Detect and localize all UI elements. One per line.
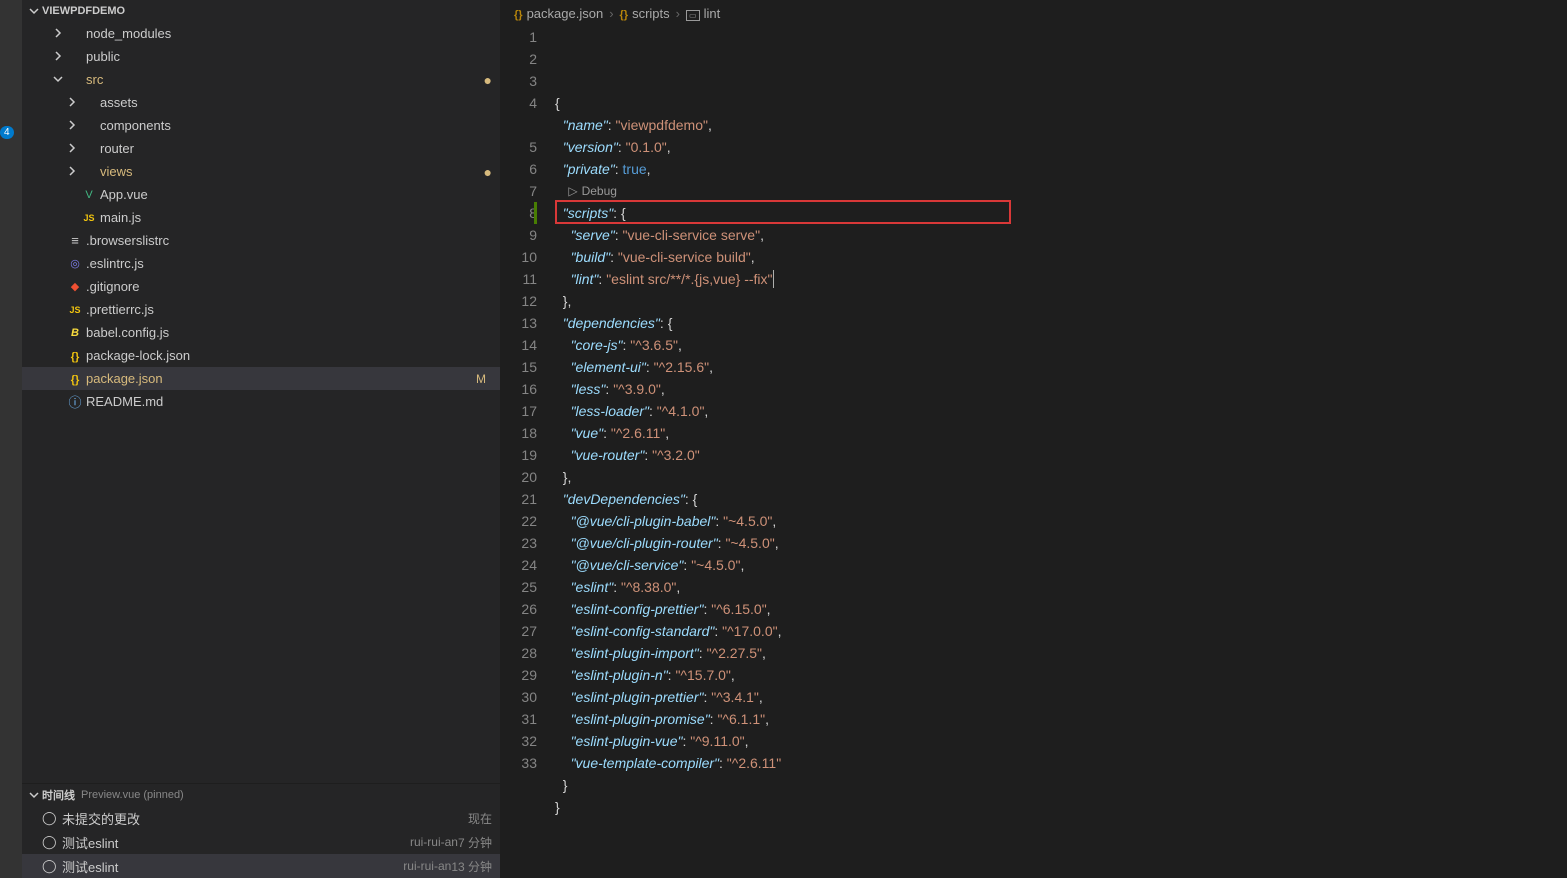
chevron-right-icon: › [609, 6, 613, 21]
tree-label: views [100, 164, 480, 179]
tree-label: .gitignore [86, 279, 492, 294]
folder-components[interactable]: components [22, 114, 500, 137]
tree-label: .eslintrc.js [86, 256, 492, 271]
folder-assets[interactable]: assets [22, 91, 500, 114]
breadcrumb-scripts[interactable]: scripts [620, 6, 670, 21]
timeline-item[interactable]: ◯测试eslint rui-rui-an7 分钟 [22, 830, 500, 854]
commit-icon: ◯ [42, 810, 58, 826]
activity-bar[interactable]: 4 [0, 0, 22, 878]
file-icon: JS [66, 305, 84, 315]
file-icon: ◎ [66, 257, 84, 270]
commit-icon: ◯ [42, 834, 58, 850]
chevron-right-icon [64, 141, 80, 156]
file-icon: V [80, 189, 98, 201]
breadcrumbs[interactable]: package.json › scripts › lint [500, 0, 1567, 26]
chevron-right-icon [64, 118, 80, 133]
folder-public[interactable]: public [22, 45, 500, 68]
file-.prettierrc.js[interactable]: JS.prettierrc.js [22, 298, 500, 321]
minimap[interactable] [1457, 26, 1567, 878]
folder-views[interactable]: views ● [22, 160, 500, 183]
file-icon: JS [80, 213, 98, 223]
chevron-right-icon: › [676, 6, 680, 21]
folder-node_modules[interactable]: node_modules [22, 22, 500, 45]
file-icon: ≡ [66, 233, 84, 248]
file-package-lock.json[interactable]: package-lock.json [22, 344, 500, 367]
timeline-section: 时间线 Preview.vue (pinned) ◯未提交的更改现在◯测试esl… [22, 783, 500, 878]
tree-label: assets [100, 95, 492, 110]
chevron-right-icon [50, 26, 66, 41]
debug-codelens[interactable]: Debug [582, 180, 617, 202]
timeline-msg: 未提交的更改 [62, 809, 468, 828]
timeline-header[interactable]: 时间线 Preview.vue (pinned) [22, 784, 500, 806]
tree-label: public [86, 49, 492, 64]
folder-src[interactable]: src ● [22, 68, 500, 91]
timeline-item[interactable]: ◯未提交的更改现在 [22, 806, 500, 830]
file-icon [66, 371, 84, 386]
tree-label: node_modules [86, 26, 492, 41]
json-icon [620, 6, 629, 21]
timeline-pinned-label: Preview.vue (pinned) [81, 789, 184, 801]
file-.eslintrc.js[interactable]: ◎.eslintrc.js [22, 252, 500, 275]
sidebar: VIEWPDFDEMO node_modulespublic src ● assets… [22, 0, 500, 878]
scm-badge: 4 [0, 126, 14, 139]
timeline-author: rui-rui-an [410, 835, 458, 849]
file-App.vue[interactable]: VApp.vue [22, 183, 500, 206]
timeline-author: rui-rui-an [403, 859, 451, 873]
string-icon [686, 6, 700, 21]
code-area[interactable]: 1234567891011121314151617181920212223242… [500, 26, 1567, 878]
tree-label: components [100, 118, 492, 133]
file-icon: B [66, 327, 84, 339]
timeline-item[interactable]: ◯测试eslint rui-rui-an13 分钟 [22, 854, 500, 878]
file-main.js[interactable]: JSmain.js [22, 206, 500, 229]
line-gutter[interactable]: 1234567891011121314151617181920212223242… [500, 26, 555, 878]
commit-icon: ◯ [42, 858, 58, 874]
chevron-right-icon [64, 95, 80, 110]
editor: package.json › scripts › lint 1234567891… [500, 0, 1567, 878]
tree-label: .browserslistrc [86, 233, 492, 248]
chevron-right-icon [64, 164, 80, 179]
file-.browserslistrc[interactable]: ≡.browserslistrc [22, 229, 500, 252]
file-icon: ◆ [66, 280, 84, 293]
json-icon [514, 6, 523, 21]
tree-label: App.vue [100, 187, 492, 202]
tree-label: package-lock.json [86, 348, 492, 363]
tree-label: package.json [86, 371, 476, 386]
file-README.md[interactable]: ⓘREADME.md [22, 390, 500, 413]
folder-router[interactable]: router [22, 137, 500, 160]
timeline-msg: 测试eslint [62, 833, 404, 852]
file-babel.config.js[interactable]: Bbabel.config.js [22, 321, 500, 344]
tree-label: babel.config.js [86, 325, 492, 340]
modified-dot-icon: ● [484, 72, 492, 88]
chevron-down-icon [50, 72, 66, 87]
file-.gitignore[interactable]: ◆.gitignore [22, 275, 500, 298]
breadcrumb-lint[interactable]: lint [686, 6, 720, 21]
tree-label: .prettierrc.js [86, 302, 492, 317]
tree-label: src [86, 72, 480, 87]
tree-label: README.md [86, 394, 492, 409]
tree-label: main.js [100, 210, 492, 225]
chevron-down-icon [26, 6, 42, 16]
timeline-list: ◯未提交的更改现在◯测试eslintrui-rui-an7 分钟◯测试eslin… [22, 806, 500, 878]
timeline-time: 现在 [468, 810, 492, 827]
modified-badge: M [476, 372, 492, 386]
file-icon: ⓘ [66, 392, 84, 411]
code-content[interactable]: { "name": "viewpdfdemo", "version": "0.1… [555, 26, 1567, 878]
file-icon [66, 348, 84, 363]
chevron-right-icon [50, 49, 66, 64]
explorer-tree[interactable]: node_modulespublic src ● assets components ro… [22, 22, 500, 783]
breadcrumb-file[interactable]: package.json [514, 6, 603, 21]
explorer-title: VIEWPDFDEMO [42, 5, 125, 17]
timeline-time: 7 分钟 [458, 834, 492, 851]
timeline-time: 13 分钟 [451, 858, 492, 875]
modified-dot-icon: ● [484, 164, 492, 180]
tree-label: router [100, 141, 492, 156]
timeline-msg: 测试eslint [62, 857, 397, 876]
file-package.json[interactable]: package.jsonM [22, 367, 500, 390]
chevron-down-icon [26, 790, 42, 800]
play-icon: ▷ [568, 180, 577, 202]
timeline-title: 时间线 [42, 787, 75, 803]
explorer-section-header[interactable]: VIEWPDFDEMO [22, 0, 500, 22]
